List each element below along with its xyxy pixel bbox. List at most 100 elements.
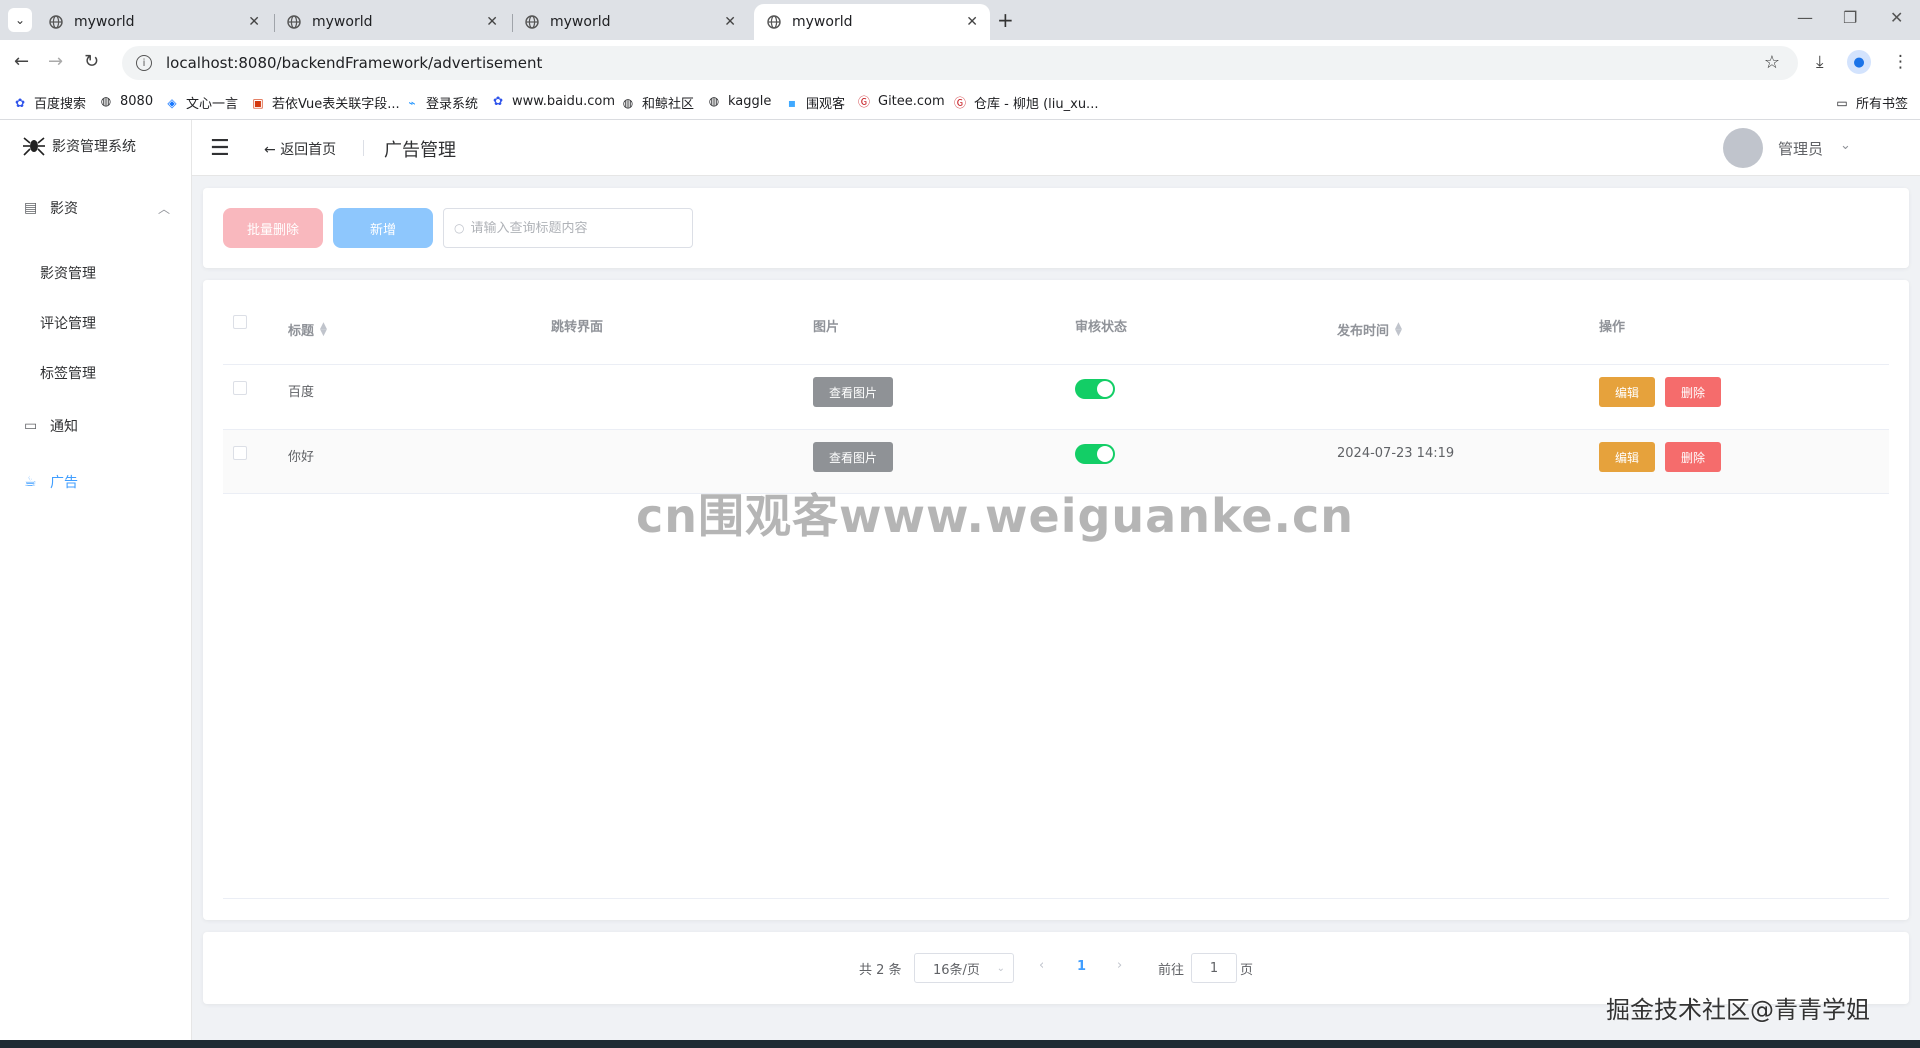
browser-tab-2[interactable]: myworld ✕ <box>274 4 510 40</box>
url-text[interactable]: localhost:8080/backendFramework/advertis… <box>166 54 542 72</box>
ruoyi-icon: ▣ <box>252 95 264 110</box>
bookmark-star-icon[interactable]: ☆ <box>1764 52 1780 73</box>
row-checkbox[interactable] <box>233 446 247 460</box>
bookmark-item[interactable]: ◈ 文心一言 <box>164 93 238 113</box>
site-info-icon[interactable]: i <box>136 55 152 71</box>
column-header-time[interactable]: 发布时间 ▲ ▼ <box>1337 320 1402 339</box>
browser-tab-bar: ⌄ myworld ✕ myworld ✕ myworld ✕ myworld … <box>0 0 1920 40</box>
chevron-down-icon[interactable]: ⌄ <box>1840 138 1851 153</box>
collapse-menu-icon[interactable]: ☰ <box>210 136 230 161</box>
login-icon: ⌁ <box>408 95 416 110</box>
menu-group-movies[interactable]: ▤ 影资 ︿ <box>0 186 192 230</box>
delete-button[interactable]: 删除 <box>1665 377 1721 407</box>
view-image-button[interactable]: 查看图片 <box>813 377 893 407</box>
window-close-icon[interactable]: ✕ <box>1890 8 1903 27</box>
minimize-icon[interactable]: — <box>1797 8 1813 27</box>
taskbar-strip <box>0 1040 1920 1048</box>
restore-icon[interactable]: ❐ <box>1843 8 1857 27</box>
browser-tab-4-active[interactable]: myworld ✕ <box>754 4 990 40</box>
bookmark-item[interactable]: Ⓖ Gitee.com <box>856 93 945 109</box>
page-title: 广告管理 <box>384 140 456 161</box>
status-switch[interactable] <box>1075 444 1115 464</box>
search-input[interactable] <box>470 220 671 236</box>
column-header-actions: 操作 <box>1599 320 1626 335</box>
status-switch[interactable] <box>1075 379 1115 399</box>
bookmark-item[interactable]: ◍ 和鲸社区 <box>620 93 694 113</box>
bookmark-item[interactable]: ✿ 百度搜索 <box>12 93 86 113</box>
prev-page-icon[interactable]: ‹ <box>1039 958 1044 973</box>
goto-label: 前往 <box>1158 963 1185 978</box>
app-header: ☰ ← 返回首页 广告管理 管理员 ⌄ <box>192 120 1920 176</box>
sidebar-item-notice[interactable]: ▭ 通知 <box>0 404 192 448</box>
page-number-current[interactable]: 1 <box>1077 959 1086 974</box>
bookmark-item[interactable]: ◍ 8080 <box>98 93 153 109</box>
sidebar-item-comment-management[interactable]: 评论管理 <box>40 313 96 333</box>
delete-button[interactable]: 删除 <box>1665 442 1721 472</box>
column-header-image: 图片 <box>813 320 840 335</box>
new-tab-plus-icon[interactable]: + <box>997 8 1014 32</box>
pagination-total: 共 2 条 <box>859 963 902 978</box>
divider <box>363 140 364 156</box>
folder-icon: ▭ <box>1836 95 1848 110</box>
omnibox[interactable]: i localhost:8080/backendFramework/advert… <box>122 46 1798 80</box>
app-logo[interactable]: 影资管理系统 <box>20 132 136 160</box>
browser-tab-1[interactable]: myworld ✕ <box>36 4 272 40</box>
sidebar-item-ads[interactable]: ☕ 广告 <box>0 460 192 504</box>
globe-icon <box>286 14 302 30</box>
bookmark-item[interactable]: Ⓖ 仓库 - 柳旭 (liu_xu... <box>952 93 1098 112</box>
goto-page-input[interactable]: 1 <box>1191 953 1237 983</box>
corner-watermark: 掘金技术社区@青青学姐 <box>1606 996 1870 1024</box>
close-icon[interactable]: ✕ <box>966 14 978 30</box>
column-header-title[interactable]: 标题 ▲ ▼ <box>288 320 327 339</box>
next-page-icon[interactable]: › <box>1117 958 1122 973</box>
bookmark-item[interactable]: ▣ 若依Vue表关联字段... <box>250 93 399 113</box>
back-arrow-icon[interactable]: ← <box>14 51 29 72</box>
spider-logo-icon <box>20 132 48 160</box>
globe-icon <box>766 14 782 30</box>
address-bar-row: ← → ↻ i localhost:8080/backendFramework/… <box>0 40 1920 86</box>
search-box[interactable]: ○ <box>443 208 693 248</box>
reload-icon[interactable]: ↻ <box>84 51 99 72</box>
add-button[interactable]: 新增 <box>333 208 433 248</box>
page-size-select[interactable]: 16条/页 ⌄ <box>914 953 1014 983</box>
search-icon: ○ <box>454 221 465 235</box>
table-row: 百度 查看图片 编辑 删除 <box>223 364 1889 429</box>
sidebar-item-tag-management[interactable]: 标签管理 <box>40 363 96 383</box>
close-icon[interactable]: ✕ <box>486 14 498 30</box>
globe-icon <box>48 14 64 30</box>
bookmark-item[interactable]: ✿ www.baidu.com <box>490 93 615 109</box>
tab-search-icon[interactable]: ⌄ <box>8 8 32 32</box>
sort-icon[interactable]: ▲ ▼ <box>320 321 327 337</box>
forward-arrow-icon[interactable]: → <box>48 51 63 72</box>
paw-icon: ✿ <box>492 94 504 108</box>
download-icon[interactable]: ⤓ <box>1816 52 1824 72</box>
edit-button[interactable]: 编辑 <box>1599 442 1655 472</box>
bookmark-item[interactable]: ▪ 围观客 <box>784 93 845 113</box>
all-bookmarks-folder[interactable]: ▭ 所有书签 <box>1834 93 1908 113</box>
sidebar-item-movie-management[interactable]: 影资管理 <box>40 263 96 283</box>
gitee-icon: Ⓖ <box>953 96 966 110</box>
table-bottom-border <box>223 898 1889 899</box>
batch-delete-button[interactable]: 批量删除 <box>223 208 323 248</box>
more-menu-icon[interactable]: ⋮ <box>1892 52 1909 72</box>
sort-icon[interactable]: ▲ ▼ <box>1395 321 1402 337</box>
globe-icon: ◍ <box>100 94 112 108</box>
user-avatar[interactable] <box>1723 128 1763 168</box>
edit-button[interactable]: 编辑 <box>1599 377 1655 407</box>
app-name: 影资管理系统 <box>52 139 136 155</box>
back-home-link[interactable]: ← 返回首页 <box>264 139 336 159</box>
cell-time: 2024-07-23 14:19 <box>1337 446 1455 461</box>
username[interactable]: 管理员 <box>1778 138 1823 159</box>
toolbar-card: 批量删除 新增 ○ <box>203 188 1909 268</box>
bookmark-item[interactable]: ⌁ 登录系统 <box>404 93 478 113</box>
profile-avatar-icon[interactable]: ● <box>1847 50 1871 74</box>
close-icon[interactable]: ✕ <box>248 14 260 30</box>
select-all-checkbox[interactable] <box>233 315 247 329</box>
bookmark-item[interactable]: ◍ kaggle <box>706 93 772 109</box>
view-image-button[interactable]: 查看图片 <box>813 442 893 472</box>
browser-tab-3[interactable]: myworld ✕ <box>512 4 748 40</box>
row-checkbox[interactable] <box>233 381 247 395</box>
switch-knob <box>1097 381 1113 397</box>
close-icon[interactable]: ✕ <box>724 14 736 30</box>
tab-title: myworld <box>550 14 611 30</box>
